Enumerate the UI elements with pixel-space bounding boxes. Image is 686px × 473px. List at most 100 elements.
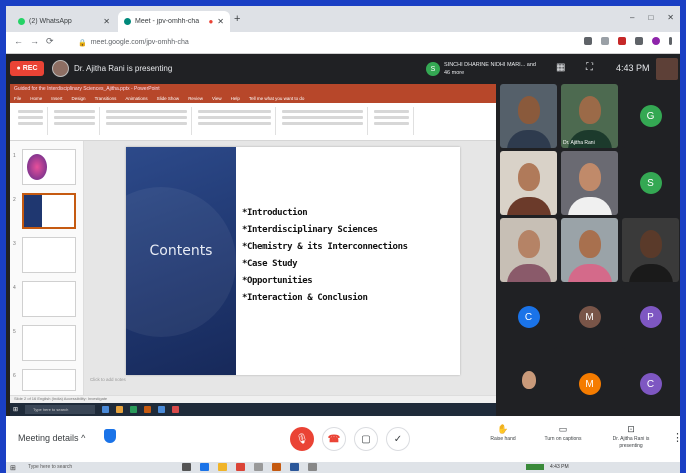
meeting-details-button[interactable]: Meeting details ^ [18,433,85,443]
ribbon-paragraph-group[interactable] [194,107,276,135]
shared-windows-taskbar: ⊞ Type here to search [10,403,496,416]
powerpoint-menu-item[interactable]: Design [72,96,86,101]
participant-tile-video[interactable] [561,151,618,215]
powerpoint-menu-item[interactable]: Transitions [95,96,117,101]
camera-icon[interactable] [584,37,592,45]
powerpoint-menu-item[interactable]: Tell me what you want to do [249,96,305,101]
task-view-icon[interactable] [182,463,191,471]
meet-top-bar: ● REC Dr. Ajitha Rani is presenting S SI… [6,54,680,84]
ribbon-drawing-group[interactable] [278,107,368,135]
leave-call-button[interactable]: ☎ [322,427,346,451]
windows-start-icon[interactable]: ⊞ [10,464,16,472]
participant-face [517,95,540,124]
maximize-button[interactable]: □ [648,13,653,22]
participants-pill-text[interactable]: SINCHI DHARINE NIDHI MARI... and 46 more [444,61,540,77]
url-field[interactable]: 🔒 meet.google.com/jpv-omhh-cha [74,35,594,50]
participant-tile-video[interactable] [500,151,557,215]
raise-hand-button[interactable]: ✋ Raise hand [474,424,532,443]
reload-icon[interactable]: ⟳ [46,36,54,47]
folder-icon[interactable] [218,463,227,471]
store-icon[interactable] [254,463,263,471]
notes-placeholder[interactable]: Click to add notes [84,377,496,387]
chevron-up-icon: ^ [81,433,86,443]
slide-thumbnail[interactable] [22,237,76,273]
slide-title: Contents [149,243,213,259]
forward-icon[interactable]: → [30,36,39,46]
powerpoint-title-bar: Guided for the Interdisciplinary Science… [10,84,496,94]
more-options-icon[interactable]: ⋮ [672,431,680,444]
close-tab-icon[interactable]: ✕ [103,17,110,26]
powerpoint-menu-item[interactable]: Review [188,96,203,101]
chrome-icon[interactable] [236,463,245,471]
tab-whatsapp[interactable]: (2) WhatsApp ✕ [12,11,116,32]
slide-thumbnail[interactable] [22,149,76,185]
powerpoint-menu-item[interactable]: View [212,96,222,101]
participant-tile-avatar[interactable]: M [561,285,618,349]
shield-icon[interactable] [104,429,116,443]
edge-icon[interactable] [200,463,209,471]
taskbar-search[interactable]: Type here to search [28,464,72,470]
ribbon-clipboard-group[interactable] [14,107,48,135]
new-tab-button[interactable]: + [234,13,240,25]
camera-button[interactable]: ▢ [354,427,378,451]
fullscreen-icon[interactable]: ⛶ [586,62,593,73]
participant-tile-avatar[interactable]: S [622,151,679,215]
participant-tile-video[interactable] [500,218,557,282]
powerpoint-icon[interactable] [272,463,281,471]
slide-thumbnail[interactable] [22,281,76,317]
shared-screen: Guided for the Interdisciplinary Science… [10,84,496,416]
participant-tile-avatar[interactable]: M [561,352,618,416]
participant-tile-avatar[interactable]: C [500,285,557,349]
slide-thumbnail[interactable] [22,325,76,361]
tab-meet[interactable]: Meet - jpv-omhh-cha ● ✕ [118,11,230,32]
participant-tile-video[interactable] [500,84,557,148]
ribbon-editing-group[interactable] [370,107,414,135]
participant-tile-avatar[interactable]: C [622,352,679,416]
puzzle-icon[interactable] [635,37,643,45]
participant-tile-video[interactable]: Dr. Ajitha Rani [561,84,618,148]
extension-icon[interactable] [618,37,626,45]
current-slide[interactable]: Contents *Introduction *Interdisciplinar… [126,147,460,375]
app-icon[interactable] [308,463,317,471]
word-icon[interactable] [290,463,299,471]
participant-body [506,264,551,282]
participant-tile-video[interactable] [622,218,679,282]
mic-off-button[interactable]: 🎙 [290,427,314,451]
minimize-button[interactable]: – [630,13,634,22]
participant-face [578,229,601,258]
participant-tile-avatar[interactable]: G [622,84,679,148]
presenting-button[interactable]: ⊡ Dr. Ajitha Rani is presenting [602,424,660,450]
star-icon[interactable] [601,37,609,45]
powerpoint-menu-item[interactable]: Help [231,96,240,101]
participant-tile-video[interactable] [561,218,618,282]
powerpoint-status-bar: Slide 2 of 16 English (India) Accessibil… [10,395,496,403]
powerpoint-menu-item[interactable]: Home [30,96,42,101]
captions-icon: ▭ [558,424,568,434]
self-view-thumbnail[interactable] [656,58,678,80]
participant-tile-avatar[interactable]: P [622,285,679,349]
ribbon-slides-group[interactable] [50,107,100,135]
slide-thumbnail-selected[interactable] [22,193,76,229]
back-icon[interactable]: ← [14,36,23,46]
participant-tile-video[interactable] [500,352,557,416]
close-window-button[interactable]: ✕ [667,13,674,22]
participant-body [506,197,551,215]
powerpoint-menu-item[interactable]: Insert [51,96,62,101]
participant-initial-avatar: S [639,172,662,194]
slide-canvas: Contents *Introduction *Interdisciplinar… [84,141,496,395]
powerpoint-menu-item[interactable]: File [14,96,21,101]
recording-badge: ● REC [10,61,44,76]
layout-icon[interactable]: ▦ [556,62,565,73]
content-item: *Opportunities [242,276,313,286]
powerpoint-menu-item[interactable]: Slide Show [157,96,180,101]
participant-face [578,162,601,191]
close-tab-icon[interactable]: ✕ [217,17,224,26]
recording-dot-icon: ● [208,17,214,26]
ribbon-font-group[interactable] [102,107,192,135]
powerpoint-menu-item[interactable]: Animations [125,96,147,101]
slide-thumbnail[interactable] [22,369,76,391]
profile-icon[interactable] [652,37,660,45]
captions-button[interactable]: ▭ Turn on captions [534,424,592,443]
present-button[interactable]: ✓ [386,427,410,451]
menu-icon[interactable] [669,37,672,45]
